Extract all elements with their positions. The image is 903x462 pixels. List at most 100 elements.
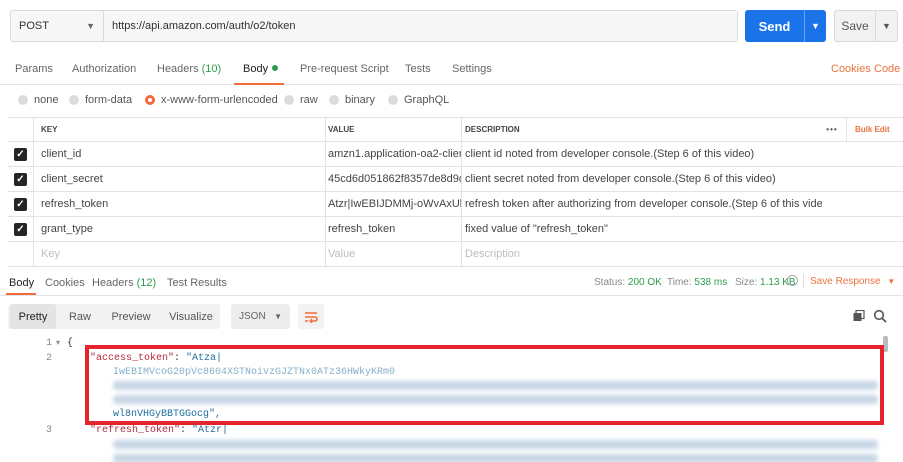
response-headers-count: (12) bbox=[136, 277, 157, 289]
param-description[interactable]: refresh token after authorizing from dev… bbox=[462, 192, 822, 216]
column-header-value: VALUE bbox=[326, 118, 462, 141]
response-tab-body[interactable]: Body bbox=[9, 277, 34, 289]
url-input[interactable]: https://api.amazon.com/auth/o2/token bbox=[104, 11, 737, 41]
param-description[interactable]: fixed value of "refresh_token" bbox=[462, 217, 822, 241]
row-checkbox-cell: ✓ bbox=[8, 142, 34, 166]
modified-dot-icon bbox=[272, 65, 279, 71]
param-value[interactable]: Atzr|IwEBIJDMMj-oWvAxUb bbox=[326, 192, 462, 216]
tab-body[interactable]: Body bbox=[243, 63, 279, 75]
redacted-text bbox=[113, 440, 878, 449]
table-row: ✓ refresh_token Atzr|IwEBIJDMMj-oWvAxUb … bbox=[8, 192, 903, 217]
param-value[interactable]: refresh_token bbox=[326, 217, 462, 241]
tab-body-label: Body bbox=[243, 63, 269, 75]
tab-headers[interactable]: Headers (10) bbox=[157, 63, 221, 75]
header-check-cell bbox=[8, 118, 34, 141]
view-raw-button[interactable]: Raw bbox=[60, 304, 100, 329]
table-header-row: KEY VALUE DESCRIPTION ••• Bulk Edit bbox=[8, 118, 903, 142]
column-header-key: KEY bbox=[34, 118, 326, 141]
checkbox-checked-icon[interactable]: ✓ bbox=[14, 197, 27, 211]
row-checkbox-cell: ✓ bbox=[8, 167, 34, 191]
more-options-icon[interactable]: ••• bbox=[822, 118, 842, 141]
radio-form-data-label: form-data bbox=[85, 94, 133, 106]
param-description[interactable]: client id noted from developer console.(… bbox=[462, 142, 822, 166]
redacted-text bbox=[113, 454, 878, 462]
response-time: Time: 538 ms bbox=[667, 277, 727, 288]
code-link[interactable]: Code bbox=[874, 63, 900, 75]
row-checkbox-cell: ✓ bbox=[8, 192, 34, 216]
new-value-input[interactable]: Value bbox=[326, 242, 462, 266]
cookies-link[interactable]: Cookies bbox=[831, 63, 871, 75]
checkbox-checked-icon[interactable]: ✓ bbox=[14, 222, 27, 236]
highlight-annotation-box bbox=[85, 345, 884, 425]
format-select[interactable]: JSON ▼ bbox=[231, 304, 290, 329]
line-number: 1 bbox=[45, 338, 52, 349]
copy-icon[interactable] bbox=[853, 310, 865, 322]
code-line: "refresh_token": "Atzr| bbox=[90, 425, 229, 436]
param-key[interactable]: refresh_token bbox=[34, 192, 326, 216]
status-value: 200 OK bbox=[627, 277, 662, 288]
radio-form-data[interactable]: form-data bbox=[69, 94, 132, 106]
fold-arrow-icon[interactable]: ▾ bbox=[56, 338, 60, 348]
new-key-input[interactable]: Key bbox=[34, 242, 326, 266]
response-tab-cookies[interactable]: Cookies bbox=[45, 277, 85, 289]
bulk-edit-link[interactable]: Bulk Edit bbox=[846, 118, 903, 141]
send-label: Send bbox=[758, 18, 791, 34]
param-key[interactable]: client_id bbox=[34, 142, 326, 166]
param-key[interactable]: client_secret bbox=[34, 167, 326, 191]
globe-icon[interactable] bbox=[787, 275, 798, 286]
headers-count: (10) bbox=[201, 63, 222, 75]
radio-graphql[interactable]: GraphQL bbox=[388, 94, 449, 106]
save-button[interactable]: Save ▼ bbox=[834, 10, 898, 42]
radio-circle-icon bbox=[388, 95, 398, 105]
tab-settings[interactable]: Settings bbox=[452, 63, 492, 75]
wrap-lines-button[interactable] bbox=[298, 304, 324, 329]
radio-circle-icon bbox=[329, 95, 339, 105]
status-label: Status: bbox=[594, 277, 626, 288]
tab-params[interactable]: Params bbox=[15, 63, 53, 75]
line-number: 3 bbox=[45, 425, 52, 436]
table-row: ✓ client_secret 45cd6d051862f8357de8d9d … bbox=[8, 167, 903, 192]
new-description-input[interactable]: Description bbox=[462, 242, 822, 266]
size-label: Size: bbox=[735, 277, 758, 288]
tab-headers-label: Headers bbox=[157, 63, 199, 75]
param-value[interactable]: amzn1.application-oa2-clien bbox=[326, 142, 462, 166]
param-key[interactable]: grant_type bbox=[34, 217, 326, 241]
response-tab-headers[interactable]: Headers (12) bbox=[92, 277, 156, 289]
checkbox-checked-icon[interactable]: ✓ bbox=[14, 147, 27, 161]
tab-tests[interactable]: Tests bbox=[405, 63, 431, 75]
tab-prerequest-script[interactable]: Pre-request Script bbox=[300, 63, 389, 75]
chevron-down-icon: ▼ bbox=[887, 277, 896, 286]
radio-raw[interactable]: raw bbox=[284, 94, 318, 106]
radio-urlencoded[interactable]: x-www-form-urlencoded bbox=[145, 94, 278, 106]
radio-binary-label: binary bbox=[345, 94, 375, 106]
active-tab-indicator bbox=[234, 83, 284, 85]
table-row-empty: Key Value Description bbox=[8, 242, 903, 267]
radio-graphql-label: GraphQL bbox=[404, 94, 450, 106]
save-response-button[interactable]: Save Response ▼ bbox=[810, 276, 895, 287]
view-pretty-button[interactable]: Pretty bbox=[10, 304, 56, 329]
params-table: KEY VALUE DESCRIPTION ••• Bulk Edit ✓ cl… bbox=[8, 117, 903, 267]
search-icon[interactable] bbox=[873, 309, 887, 323]
view-visualize-button[interactable]: Visualize bbox=[162, 304, 220, 329]
view-preview-button[interactable]: Preview bbox=[105, 304, 157, 329]
send-button[interactable]: Send ▼ bbox=[745, 10, 826, 42]
time-label: Time: bbox=[667, 277, 692, 288]
radio-none[interactable]: none bbox=[18, 94, 58, 106]
response-tab-test-results[interactable]: Test Results bbox=[167, 277, 227, 289]
radio-urlencoded-label: x-www-form-urlencoded bbox=[161, 94, 278, 106]
view-mode-toggle: Pretty Raw Preview Visualize bbox=[8, 304, 220, 329]
param-value[interactable]: 45cd6d051862f8357de8d9d bbox=[326, 167, 462, 191]
checkbox-checked-icon[interactable]: ✓ bbox=[14, 172, 27, 186]
chevron-down-icon[interactable]: ▼ bbox=[875, 11, 897, 41]
method-select[interactable]: POST ▼ bbox=[11, 11, 104, 41]
request-tabs: Params Authorization Headers (10) Body P… bbox=[0, 55, 903, 85]
radio-circle-icon bbox=[18, 95, 28, 105]
radio-binary[interactable]: binary bbox=[329, 94, 375, 106]
format-label: JSON bbox=[239, 311, 266, 322]
chevron-down-icon[interactable]: ▼ bbox=[804, 10, 826, 42]
save-response-label: Save Response bbox=[810, 276, 881, 287]
tab-authorization[interactable]: Authorization bbox=[72, 63, 136, 75]
table-row: ✓ client_id amzn1.application-oa2-clien … bbox=[8, 142, 903, 167]
param-description[interactable]: client secret noted from developer conso… bbox=[462, 167, 822, 191]
chevron-down-icon: ▼ bbox=[86, 21, 95, 31]
